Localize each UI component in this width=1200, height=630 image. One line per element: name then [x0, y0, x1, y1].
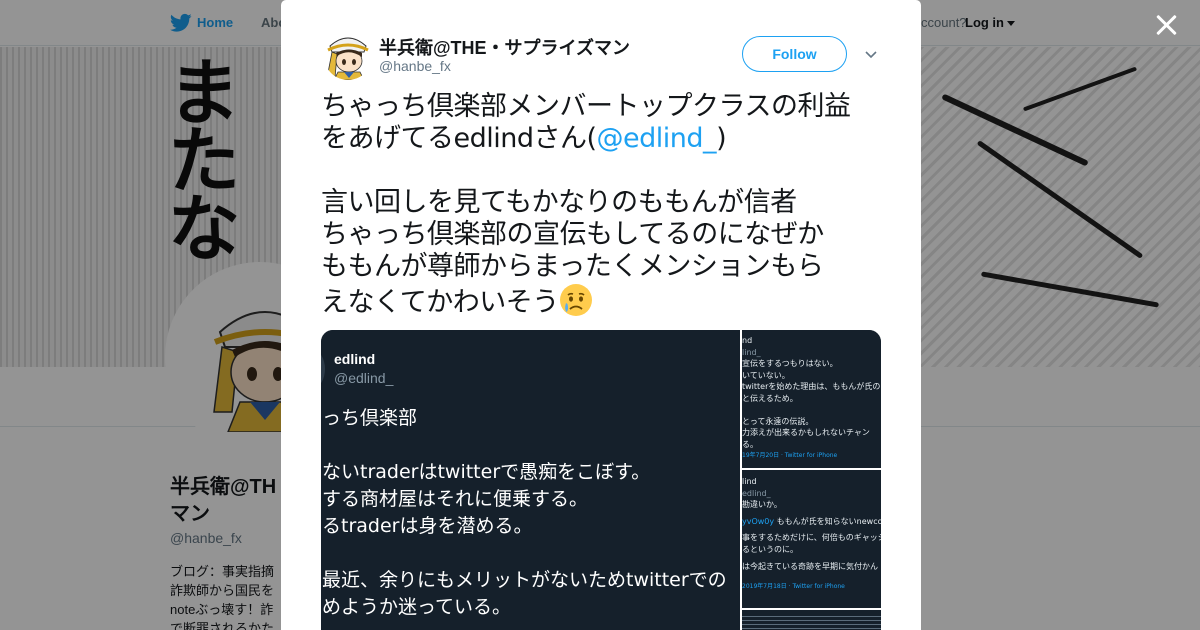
media-side-separator [742, 608, 881, 610]
media-avatar [321, 350, 325, 388]
media-main-panel: edlind @edlind_ っち倶楽部 ないtraderはtwitterで愚… [321, 330, 740, 630]
media-side-fine-print [742, 614, 881, 630]
chevron-down-icon[interactable] [865, 48, 877, 60]
mention-link[interactable]: @edlind_ [597, 123, 717, 154]
media-author-name: edlind [334, 351, 376, 367]
tweet-line: 言い回しを見てもかなりのももんが信者 [321, 187, 797, 218]
media-side-tweet: nd lind_ 宣伝をするつもりはない。 いていない。 twitterを始めた… [742, 336, 881, 459]
media-author-handle: @edlind_ [334, 370, 394, 386]
tweet-line: えなくてかわいそう [321, 283, 891, 319]
tweet-line: をあげてるedlindさん(@edlind_) [321, 123, 727, 154]
media-text: っち倶楽部 ないtraderはtwitterで愚痴をこぼす。 する商材屋はそれに… [322, 407, 727, 618]
author-avatar[interactable] [324, 32, 372, 80]
author-handle[interactable]: @hanbe_fx [379, 58, 451, 74]
tweet-line: ちゃっち倶楽部メンバートップクラスの利益 [321, 91, 851, 122]
close-icon[interactable] [1154, 12, 1180, 38]
tweet-modal: 半兵衛@THE・サプライズマン @hanbe_fx Follow ちゃっち倶楽部… [281, 0, 921, 630]
tweet-text: ちゃっち倶楽部メンバートップクラスの利益 をあげてるedlindさん(@edli… [321, 91, 891, 319]
character-avatar-image [324, 32, 372, 80]
media-side-separator [742, 468, 881, 470]
crying-face-emoji [559, 283, 593, 317]
tweet-line: ちゃっち倶楽部の宣伝もしてるのになぜか [321, 219, 824, 250]
media-side-tweet: lind edlind_ 勘違いか。 yvOw0y ももんが氏を知らないnewc… [742, 477, 881, 590]
tweet-media-image[interactable]: edlind @edlind_ っち倶楽部 ないtraderはtwitterで愚… [321, 330, 881, 630]
media-side-panel: nd lind_ 宣伝をするつもりはない。 いていない。 twitterを始めた… [742, 330, 881, 630]
tweet-line: ももんが尊師からまったくメンションもら [321, 251, 824, 282]
follow-button[interactable]: Follow [742, 36, 847, 72]
author-name[interactable]: 半兵衛@THE・サプライズマン [379, 34, 630, 60]
